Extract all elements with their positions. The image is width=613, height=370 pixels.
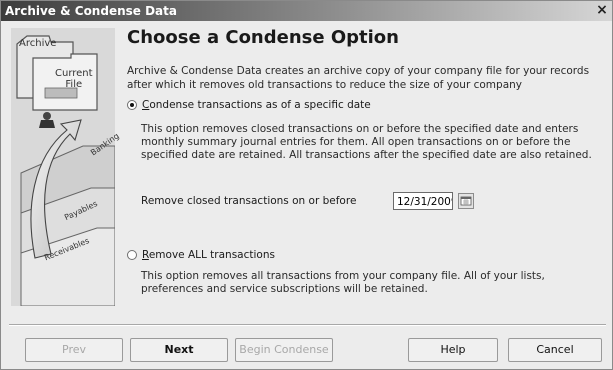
- begin-condense-button[interactable]: Begin Condense: [235, 338, 333, 362]
- condense-by-date-label-text: ondense transactions as of a specific da…: [149, 99, 371, 111]
- remove-all-option[interactable]: Remove ALL transactions: [127, 249, 597, 263]
- next-button[interactable]: Next: [130, 338, 228, 362]
- prev-button[interactable]: Prev: [25, 338, 123, 362]
- title-bar: Archive & Condense Data ×: [1, 1, 612, 21]
- remove-all-label-text: emove ALL transactions: [148, 249, 275, 261]
- window-title: Archive & Condense Data: [5, 4, 177, 18]
- mnemonic-r: R: [142, 249, 149, 261]
- footer-divider: [9, 324, 606, 326]
- current-file-label: Current File: [55, 68, 93, 90]
- remove-all-label[interactable]: Remove ALL transactions: [142, 249, 275, 261]
- close-icon[interactable]: ×: [594, 2, 610, 18]
- help-button[interactable]: Help: [408, 338, 498, 362]
- archive-condense-dialog: Archive & Condense Data × Archive Curren…: [0, 0, 613, 370]
- current-label-line1: Current: [55, 68, 93, 79]
- calendar-glyph: [460, 196, 472, 206]
- condense-by-date-description: This option removes closed transactions …: [141, 123, 592, 161]
- calendar-icon[interactable]: [458, 193, 474, 209]
- condense-date-input[interactable]: [393, 192, 453, 210]
- current-label-line2: File: [65, 79, 83, 90]
- condense-by-date-radio[interactable]: [127, 100, 137, 110]
- cancel-button[interactable]: Cancel: [508, 338, 602, 362]
- remove-all-description: This option removes all transactions fro…: [141, 270, 545, 295]
- archive-label: Archive: [19, 38, 57, 49]
- remove-all-radio[interactable]: [127, 250, 137, 260]
- condense-by-date-option[interactable]: Condense transactions as of a specific d…: [127, 99, 597, 113]
- condense-by-date-label[interactable]: Condense transactions as of a specific d…: [142, 99, 371, 111]
- archive-illustration: Archive Current File Banking Payables Re…: [11, 28, 121, 307]
- radio-dot: [130, 103, 134, 107]
- intro-text: Archive & Condense Data creates an archi…: [127, 65, 590, 91]
- date-label: Remove closed transactions on or before: [141, 195, 357, 207]
- page-title: Choose a Condense Option: [127, 27, 399, 48]
